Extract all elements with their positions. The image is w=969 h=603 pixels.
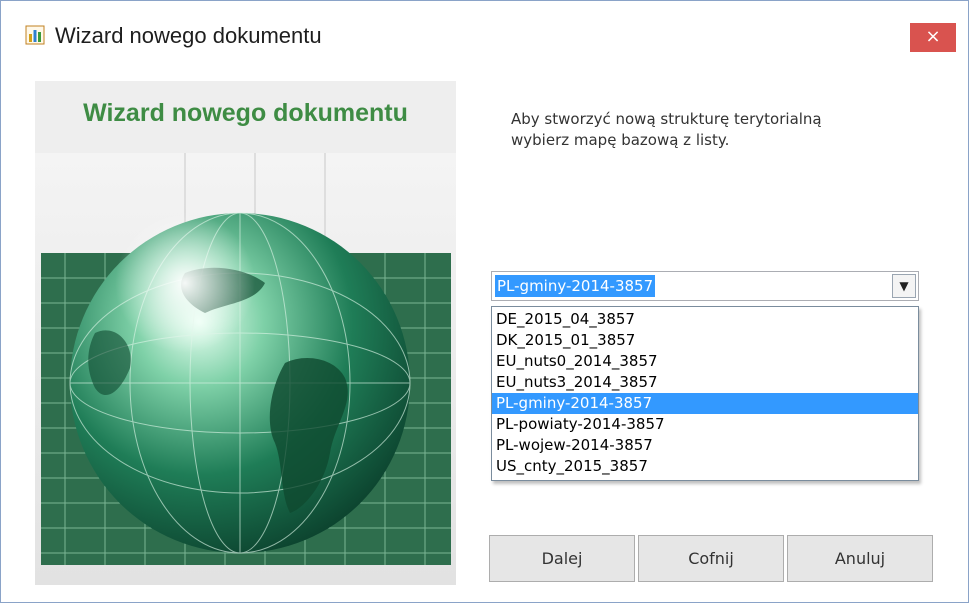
title-bar[interactable]: Wizard nowego dokumentu × [1, 1, 968, 57]
window-title: Wizard nowego dokumentu [55, 23, 322, 48]
wizard-window: Wizard nowego dokumentu × Wizard nowego … [0, 0, 969, 603]
list-item[interactable]: PL-wojew-2014-3857 [492, 435, 918, 456]
instruction-line-2: wybierz mapę bazową z listy. [511, 131, 730, 149]
close-button[interactable]: × [910, 23, 956, 52]
list-item[interactable]: EU_nuts0_2014_3857 [492, 351, 918, 372]
wizard-side-panel: Wizard nowego dokumentu [35, 81, 456, 585]
back-button[interactable]: Cofnij [638, 535, 784, 582]
list-item[interactable]: PL-powiaty-2014-3857 [492, 414, 918, 435]
list-item[interactable]: US_cnty_2015_3857 [492, 456, 918, 477]
cancel-button[interactable]: Anuluj [787, 535, 933, 582]
globe-illustration [35, 153, 456, 585]
chevron-down-icon[interactable]: ▼ [892, 274, 916, 298]
list-item[interactable]: EU_nuts3_2014_3857 [492, 372, 918, 393]
bar-chart-icon [25, 25, 45, 45]
base-map-dropdown-list[interactable]: DE_2015_04_3857 DK_2015_01_3857 EU_nuts0… [491, 306, 919, 481]
list-item-selected[interactable]: PL-gminy-2014-3857 [492, 393, 918, 414]
list-item[interactable]: DK_2015_01_3857 [492, 330, 918, 351]
next-button[interactable]: Dalej [489, 535, 635, 582]
instruction-line-1: Aby stworzyć nową strukturę terytorialną [511, 110, 822, 128]
combobox-selected-value[interactable]: PL-gminy-2014-3857 [495, 275, 656, 297]
base-map-combobox[interactable]: PL-gminy-2014-3857 ▼ [491, 271, 919, 301]
wizard-heading: Wizard nowego dokumentu [83, 99, 408, 127]
instruction-text: Aby stworzyć nową strukturę terytorialną… [511, 109, 891, 151]
list-item[interactable]: DE_2015_04_3857 [492, 309, 918, 330]
